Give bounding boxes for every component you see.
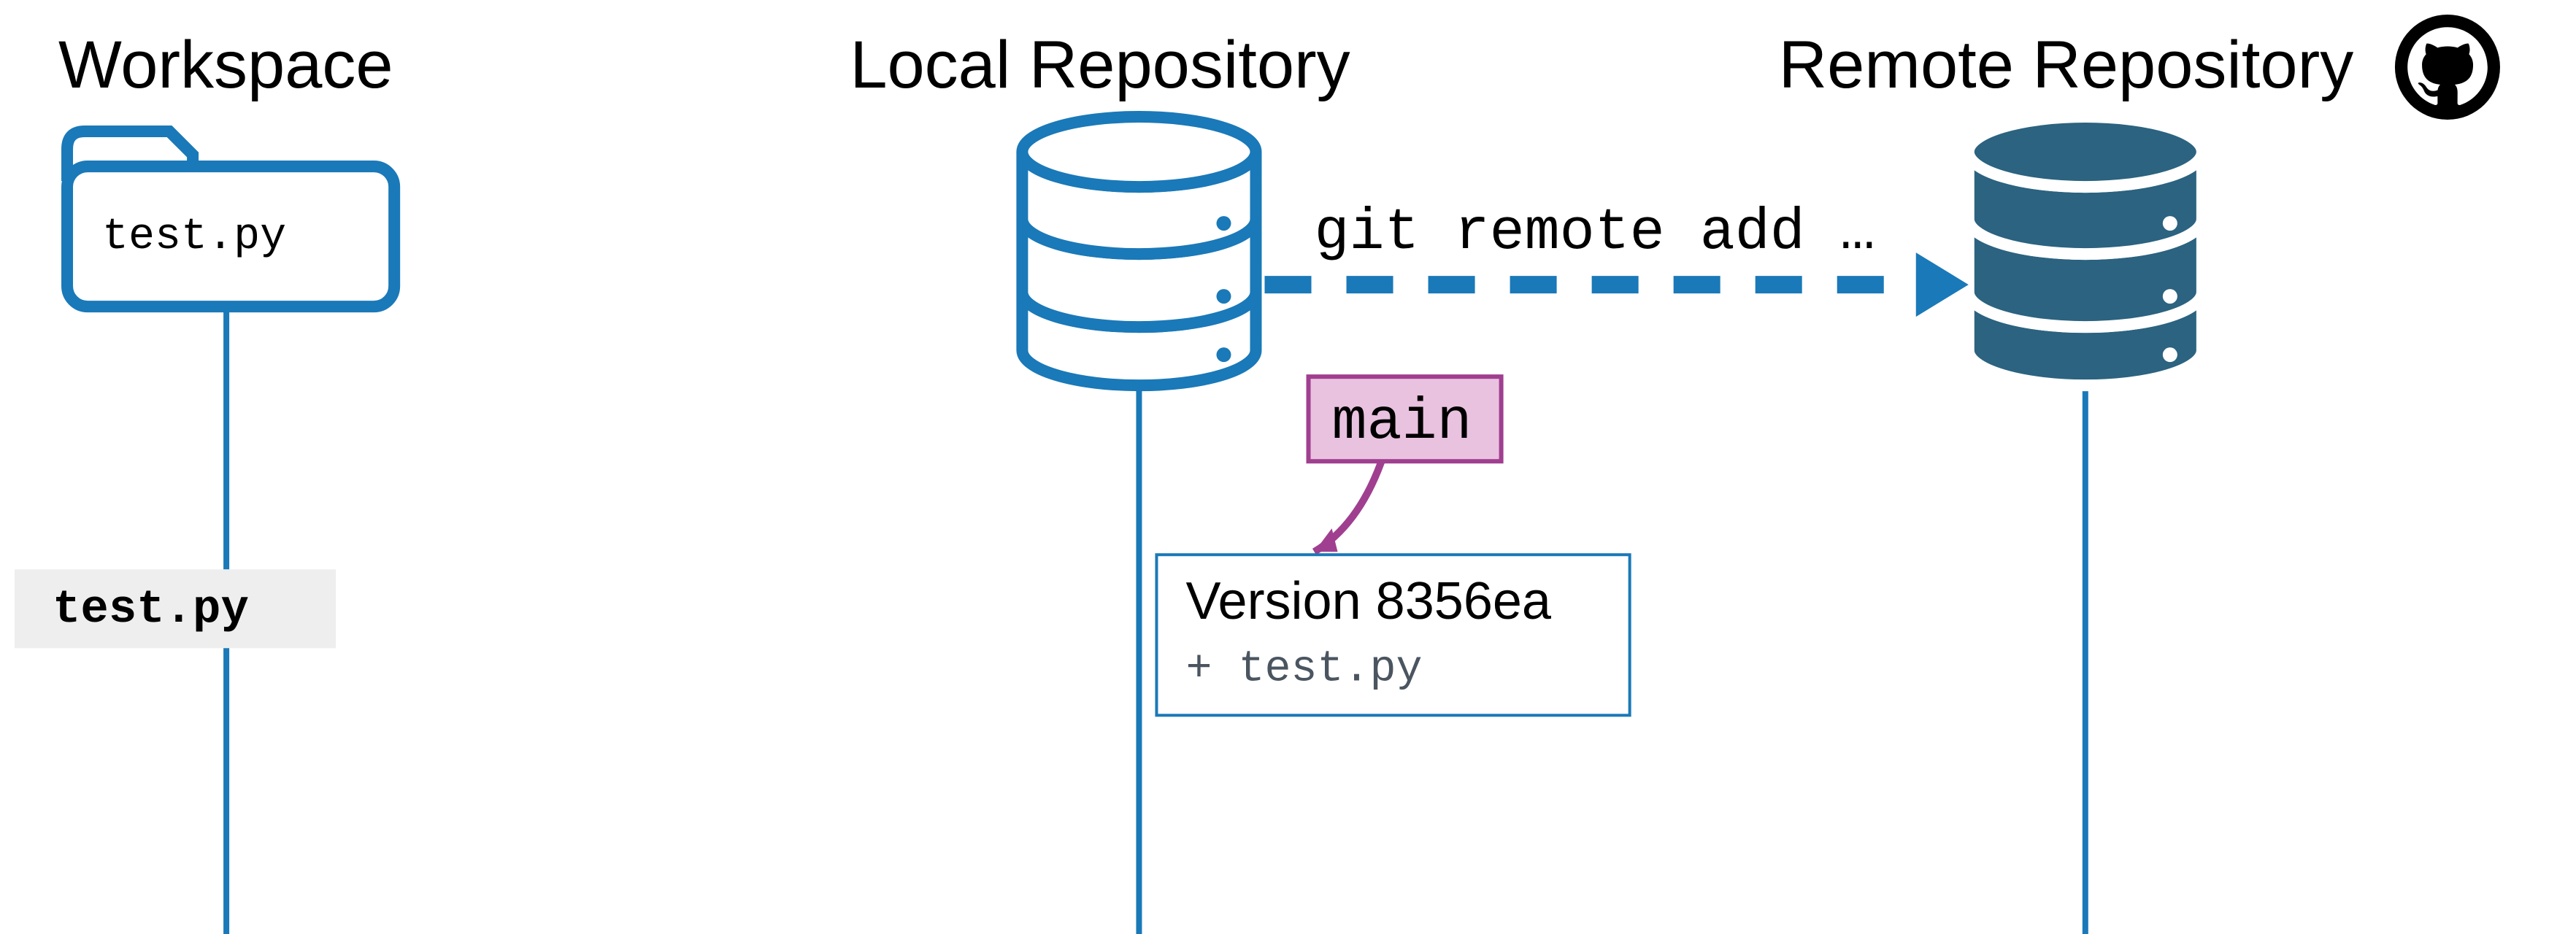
git-diagram: Workspace test.py test.py Local Reposito… [0,0,2576,934]
heading-remote: Remote Repository [1779,27,2354,102]
branch-tag: main [1309,377,1502,461]
database-icon-local [1022,117,1256,385]
heading-workspace: Workspace [58,27,393,102]
command-label: git remote add … [1315,200,1875,266]
github-icon [2395,15,2500,120]
tracked-file-label: test.py [53,584,249,636]
commit-title: Version 8356ea [1185,572,1551,630]
tracked-file-tag: test.py [15,569,336,648]
commit-sub: + test.py [1185,644,1422,694]
branch-pointer-arrowhead [1315,528,1338,552]
heading-local: Local Repository [850,27,1350,102]
remote-add-arrow-head [1916,252,1969,317]
commit-box: Version 8356ea + test.py [1156,555,1629,715]
branch-pointer-arrow [1315,461,1382,552]
branch-label: main [1332,390,1472,456]
database-icon-remote [1969,117,2202,385]
folder-file-label: test.py [102,212,286,262]
folder-icon: test.py [67,131,394,306]
